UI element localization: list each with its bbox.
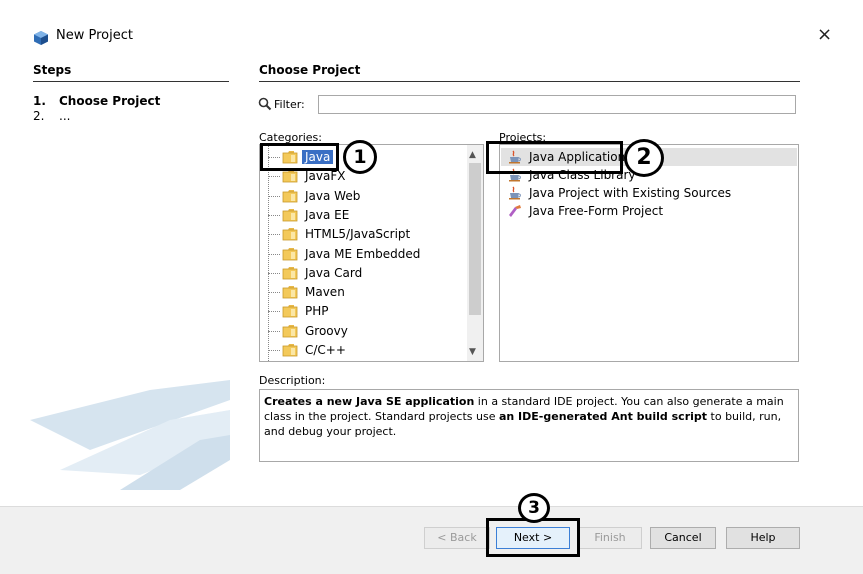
annotation-circle-1: 1 — [343, 140, 377, 174]
decorative-swoosh-graphic — [30, 380, 230, 490]
category-item[interactable]: C/C++ — [260, 341, 465, 360]
folder-icon — [282, 324, 298, 338]
steps-divider — [33, 81, 229, 82]
scrollbar-thumb[interactable] — [469, 163, 481, 315]
category-item[interactable]: Java Card — [260, 264, 465, 283]
back-button[interactable]: < Back — [424, 527, 490, 549]
search-icon — [258, 97, 272, 111]
category-item[interactable]: Maven — [260, 283, 465, 302]
step-label: Choose Project — [59, 94, 161, 108]
annotation-box-java-application — [486, 141, 623, 174]
category-label: Java EE — [305, 207, 350, 222]
category-item[interactable]: HTML5/JavaScript — [260, 225, 465, 244]
scroll-up-arrow-icon[interactable]: ▲ — [469, 150, 476, 160]
category-label: Java Card — [305, 265, 363, 280]
folder-icon — [282, 305, 298, 318]
folder-icon — [282, 266, 298, 280]
tree-connector — [268, 311, 280, 313]
title-bar — [0, 0, 863, 52]
finish-button[interactable]: Finish — [578, 527, 642, 549]
annotation-circle-3: 3 — [518, 493, 550, 523]
java-freeform-icon — [509, 205, 521, 217]
netbeans-cube-icon — [34, 31, 48, 45]
help-button[interactable]: Help — [726, 527, 800, 549]
tree-connector — [268, 176, 280, 178]
steps-heading: Steps — [33, 63, 72, 77]
step-item-choose-project: 1. Choose Project — [33, 94, 160, 108]
category-label: Maven — [305, 285, 345, 300]
choose-project-heading: Choose Project — [259, 63, 361, 77]
description-emphasis: an IDE-generated Ant build script — [498, 410, 708, 423]
folder-icon — [282, 208, 298, 222]
description-emphasis: Creates a new Java SE application — [264, 395, 475, 408]
project-label: Java Free-Form Project — [529, 204, 664, 218]
close-icon[interactable]: × — [817, 24, 832, 45]
tree-connector — [268, 330, 280, 332]
category-label: PHP — [305, 304, 329, 319]
category-label: Groovy — [305, 323, 348, 338]
heading-divider — [259, 81, 800, 82]
step-number: 1. — [33, 94, 46, 108]
step-label: ... — [59, 109, 71, 123]
project-label: Java Project with Existing Sources — [529, 186, 732, 200]
folder-icon — [282, 170, 298, 183]
category-label: JavaFX — [305, 169, 346, 184]
tree-connector — [268, 253, 280, 255]
projects-list[interactable]: Java Application Java Class Library Java P… — [499, 144, 799, 362]
window-title: New Project — [56, 28, 133, 43]
category-item[interactable]: PHP — [260, 302, 465, 321]
annotation-box-java — [260, 143, 339, 171]
folder-icon — [282, 286, 298, 299]
category-item[interactable]: Java EE — [260, 206, 465, 225]
category-label: HTML5/JavaScript — [305, 227, 411, 242]
category-item[interactable]: Groovy — [260, 322, 465, 341]
tree-connector — [268, 292, 280, 294]
cancel-button[interactable]: Cancel — [650, 527, 716, 549]
step-number: 2. — [33, 109, 45, 123]
description-text: Creates a new Java SE application in a s… — [259, 389, 799, 462]
tree-connector — [268, 272, 280, 274]
filter-input[interactable] — [318, 95, 796, 114]
java-cup-icon — [509, 186, 521, 200]
category-item[interactable]: Java ME Embedded — [260, 245, 465, 264]
scroll-down-arrow-icon[interactable]: ▼ — [469, 347, 476, 357]
folder-icon — [282, 344, 298, 357]
folder-icon — [282, 189, 298, 202]
category-label: Java ME Embedded — [305, 246, 421, 261]
description-label: Description: — [259, 374, 326, 387]
annotation-box-next — [486, 518, 580, 557]
annotation-circle-2: 2 — [624, 139, 664, 177]
folder-icon — [282, 228, 298, 241]
tree-connector — [268, 350, 280, 351]
categories-tree[interactable]: Java JavaFX Java Web Java EE HTML5/JavaScrip… — [259, 144, 484, 362]
project-item[interactable]: Java Project with Existing Sources — [501, 184, 797, 202]
category-item[interactable]: Java Web — [260, 187, 465, 206]
tree-connector — [268, 195, 280, 197]
category-label: C/C++ — [305, 343, 346, 357]
step-item-next: 2.... — [33, 109, 70, 123]
tree-connector — [268, 234, 280, 236]
project-item[interactable]: Java Free-Form Project — [501, 202, 797, 220]
folder-icon — [282, 247, 298, 260]
filter-label: Filter: — [274, 98, 305, 111]
tree-connector — [268, 214, 280, 216]
category-label: Java Web — [305, 188, 361, 203]
